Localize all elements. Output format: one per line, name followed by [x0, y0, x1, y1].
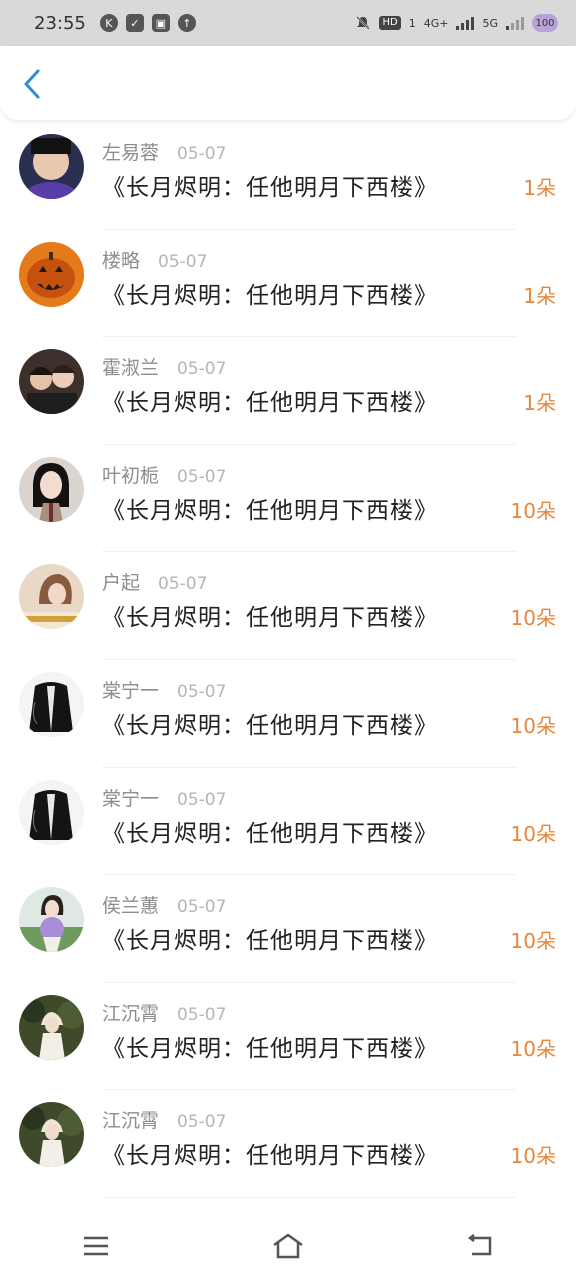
- date: 05-07: [177, 897, 227, 918]
- book-title: 《长月烬明：任他明月下西楼》: [102, 1035, 438, 1062]
- list-item[interactable]: 左易蓉 05-07 《长月烬明：任他明月下西楼》 1朵: [0, 122, 576, 230]
- avatar[interactable]: [19, 241, 84, 307]
- hd-badge: HD: [379, 16, 401, 30]
- date: 05-07: [177, 1112, 227, 1133]
- avatar[interactable]: [19, 134, 84, 199]
- home-icon: [273, 1233, 303, 1259]
- user-name: 霍淑兰: [102, 357, 160, 380]
- date: 05-07: [177, 1004, 227, 1025]
- list-item[interactable]: 楼略 05-07 《长月烬明：任他明月下西楼》 1朵: [0, 230, 576, 338]
- avatar[interactable]: [19, 994, 84, 1060]
- menu-icon: [84, 1236, 108, 1256]
- book-title: 《长月烬明：任他明月下西楼》: [102, 1143, 438, 1170]
- sim-indicator: 1: [408, 16, 416, 30]
- gift-count: 10朵: [510, 1144, 556, 1169]
- user-name: 棠宁一: [102, 787, 160, 810]
- network-4g-label: 4G+: [423, 16, 449, 30]
- date: 05-07: [177, 359, 227, 380]
- book-title: 《长月烬明：任他明月下西楼》: [102, 497, 438, 524]
- gift-count: 10朵: [510, 1036, 556, 1061]
- user-name: 户起: [102, 572, 141, 595]
- upload-icon: ↑: [177, 14, 196, 32]
- list-item[interactable]: 叶初栀 05-07 《长月烬明：任他明月下西楼》 10朵: [0, 445, 576, 553]
- status-notification-icons: K ✓ ▣ ↑: [99, 14, 196, 32]
- chevron-left-icon: [24, 69, 40, 99]
- gift-count: 1朵: [523, 391, 556, 416]
- signal-icon: [456, 16, 475, 30]
- top-bar: [0, 46, 576, 120]
- book-title: 《长月烬明：任他明月下西楼》: [102, 175, 438, 201]
- user-name: 江沉霄: [102, 1110, 160, 1133]
- gift-count: 1朵: [523, 176, 556, 200]
- avatar[interactable]: [19, 349, 84, 415]
- divider: [102, 1196, 516, 1198]
- list-item[interactable]: 江沉霄 05-07 《长月烬明：任他明月下西楼》 10朵: [0, 1090, 576, 1198]
- check-icon: ✓: [125, 14, 144, 32]
- back-icon: [467, 1234, 492, 1256]
- gift-count: 10朵: [510, 929, 556, 954]
- user-name: 江沉霄: [102, 1002, 160, 1025]
- book-title: 《长月烬明：任他明月下西楼》: [102, 390, 438, 417]
- mute-icon: [356, 16, 371, 30]
- status-right-indicators: HD 1 4G+ 5G 100: [355, 14, 558, 32]
- book-title: 《长月烬明：任他明月下西楼》: [102, 282, 438, 309]
- avatar[interactable]: [19, 887, 84, 953]
- avatar[interactable]: [19, 671, 84, 737]
- list-item[interactable]: 棠宁一 05-07 《长月烬明：任他明月下西楼》 10朵: [0, 660, 576, 768]
- gift-count: 10朵: [510, 821, 556, 846]
- signal-icon-2: [506, 16, 524, 30]
- list-item[interactable]: 霍淑兰 05-07 《长月烬明：任他明月下西楼》 1朵: [0, 337, 576, 445]
- user-name: 楼略: [102, 249, 141, 272]
- user-name: 棠宁一: [102, 679, 160, 702]
- avatar[interactable]: [19, 1102, 84, 1168]
- date: 05-07: [177, 144, 227, 164]
- back-nav-button[interactable]: [460, 1226, 500, 1266]
- list-item[interactable]: 侯兰蕙 05-07 《长月烬明：任他明月下西楼》 10朵: [0, 875, 576, 983]
- date: 05-07: [158, 574, 208, 595]
- home-button[interactable]: [268, 1226, 308, 1266]
- book-title: 《长月烬明：任他明月下西楼》: [102, 712, 438, 739]
- date: 05-07: [177, 681, 227, 702]
- book-title: 《长月烬明：任他明月下西楼》: [102, 820, 438, 847]
- k-app-icon: K: [99, 14, 118, 32]
- network-5g-label: 5G: [482, 16, 498, 30]
- gift-count: 1朵: [523, 283, 556, 308]
- back-button[interactable]: [14, 64, 50, 104]
- gallery-icon: ▣: [151, 14, 170, 32]
- date: 05-07: [158, 251, 208, 272]
- system-nav-bar: [0, 1212, 576, 1280]
- battery-icon: 100: [532, 14, 558, 32]
- user-name: 侯兰蕙: [102, 895, 160, 918]
- user-name: 左易蓉: [102, 142, 160, 164]
- book-title: 《长月烬明：任他明月下西楼》: [102, 928, 438, 955]
- list-item[interactable]: 户起 05-07 《长月烬明：任他明月下西楼》 10朵: [0, 552, 576, 660]
- status-bar: 23:55 K ✓ ▣ ↑ HD 1 4G+ 5G 100: [0, 0, 576, 46]
- date: 05-07: [177, 466, 227, 487]
- gift-record-list: 左易蓉 05-07 《长月烬明：任他明月下西楼》 1朵 楼略 05-07 《长月烬明…: [0, 122, 576, 1198]
- list-item[interactable]: 江沉霄 05-07 《长月烬明：任他明月下西楼》 10朵: [0, 983, 576, 1091]
- gift-count: 10朵: [510, 606, 556, 631]
- status-time: 23:55: [34, 12, 86, 34]
- book-title: 《长月烬明：任他明月下西楼》: [102, 605, 438, 632]
- gift-count: 10朵: [510, 498, 556, 523]
- gift-count: 10朵: [510, 713, 556, 738]
- avatar[interactable]: [19, 564, 84, 630]
- date: 05-07: [177, 789, 227, 810]
- menu-button[interactable]: [76, 1226, 116, 1266]
- avatar[interactable]: [19, 456, 84, 522]
- avatar[interactable]: [19, 779, 84, 845]
- user-name: 叶初栀: [102, 464, 160, 487]
- list-item[interactable]: 棠宁一 05-07 《长月烬明：任他明月下西楼》 10朵: [0, 768, 576, 876]
